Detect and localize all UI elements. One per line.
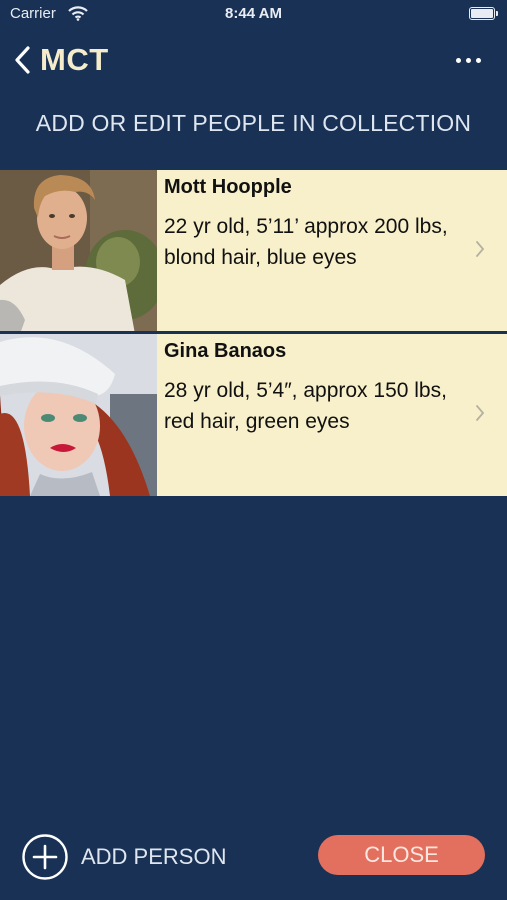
add-person-button[interactable]: ADD PERSON <box>22 833 226 881</box>
add-circle-icon <box>22 834 68 880</box>
person-name: Gina Banaos <box>164 340 287 362</box>
person-row[interactable]: Gina Banaos 28 yr old, 5’4″, approx 150 … <box>0 334 507 496</box>
person-description: 22 yr old, 5’11’ approx 200 lbs, blond h… <box>164 215 448 269</box>
person-description: 28 yr old, 5’4″, approx 150 lbs, red hai… <box>164 379 447 433</box>
person-photo <box>0 170 157 331</box>
chevron-left-icon <box>15 46 30 74</box>
person-row[interactable]: Mott Hoopple 22 yr old, 5’11’ approx 200… <box>0 170 507 334</box>
chevron-right-icon <box>476 241 485 257</box>
battery-icon <box>469 7 498 20</box>
person-info: Mott Hoopple 22 yr old, 5’11’ approx 200… <box>157 170 507 331</box>
person-info: Gina Banaos 28 yr old, 5’4″, approx 150 … <box>157 334 507 496</box>
person-name: Mott Hoopple <box>164 176 292 198</box>
status-time: 8:44 AM <box>225 5 282 22</box>
back-button[interactable]: MCT <box>12 40 109 80</box>
nav-title: MCT <box>40 42 109 77</box>
chevron-right-icon <box>476 405 485 421</box>
nav-bar: MCT <box>0 38 507 82</box>
person-photo <box>0 334 157 496</box>
bottom-bar: ADD PERSON CLOSE <box>0 830 507 882</box>
status-bar: Carrier 8:44 AM <box>0 0 507 30</box>
ellipsis-icon <box>456 58 461 63</box>
page-heading: ADD OR EDIT PEOPLE IN COLLECTION <box>35 110 472 136</box>
add-person-label: ADD PERSON <box>81 844 227 869</box>
person-list: Mott Hoopple 22 yr old, 5’11’ approx 200… <box>0 170 507 496</box>
more-options-button[interactable] <box>453 46 485 74</box>
close-button[interactable]: CLOSE <box>318 835 485 875</box>
